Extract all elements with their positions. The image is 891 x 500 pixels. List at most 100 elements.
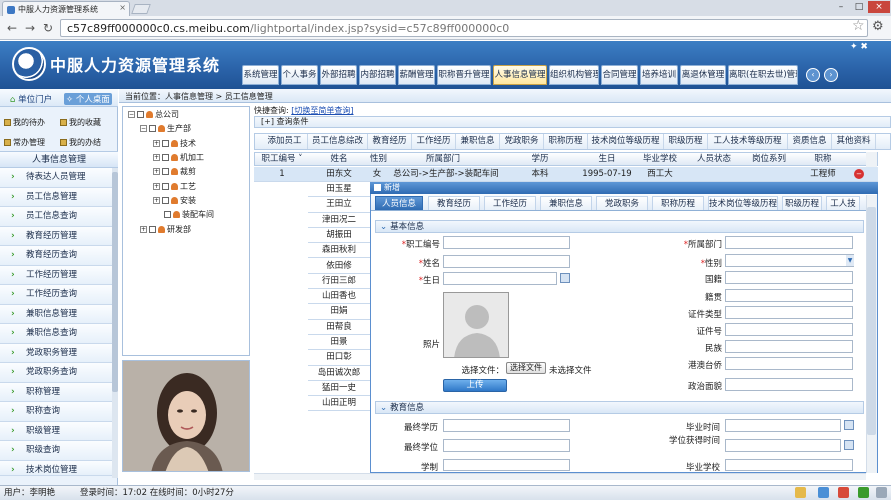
url-input[interactable]: c57c89ff000000c0.cs.meibu.com/lightporta… — [60, 19, 868, 37]
department-field[interactable] — [725, 236, 853, 249]
tree-node-root[interactable]: − 总公司 — [128, 109, 179, 120]
status-folder-icon[interactable] — [795, 487, 806, 498]
degree-time-field[interactable] — [725, 439, 841, 452]
collapse-icon[interactable]: − — [140, 125, 147, 132]
nav-tab-promotion[interactable]: 职称晋升管理 — [437, 65, 491, 85]
calendar-icon[interactable] — [560, 273, 570, 283]
name-cell[interactable]: 田娟 — [308, 304, 370, 320]
name-cell[interactable]: 王田立 — [308, 197, 370, 213]
tree-checkbox[interactable] — [149, 125, 156, 132]
tree-node-dept[interactable]: − 生产部 — [140, 123, 191, 134]
dialog-tab-education[interactable]: 教育经历 — [428, 196, 480, 210]
tab-other[interactable]: 其他资料 — [832, 134, 876, 149]
dialog-tab-parttime[interactable]: 兼职信息 — [540, 196, 592, 210]
final-education-field[interactable] — [443, 419, 570, 432]
name-cell[interactable]: 岛田诚次郎 — [308, 366, 370, 381]
name-cell[interactable]: 田口彰 — [308, 350, 370, 366]
dialog-scrollbar-thumb[interactable] — [867, 207, 876, 435]
menu-item[interactable]: › 教育经历查询 — [0, 246, 112, 266]
name-cell[interactable]: 依田修 — [308, 259, 370, 274]
minimize-button[interactable]: – — [832, 1, 850, 13]
query-condition-bar[interactable]: [+] 查询条件 — [254, 116, 891, 128]
tree-checkbox[interactable] — [162, 168, 169, 175]
col-header-status[interactable]: 人员状态 — [690, 153, 738, 165]
name-cell[interactable]: 山田香也 — [308, 289, 370, 305]
menu-item[interactable]: › 兼职信息管理 — [0, 304, 112, 324]
add-employee-button[interactable]: 添加员工 — [262, 134, 308, 149]
nav-next-icon[interactable]: › — [824, 68, 838, 82]
tab-tech-post-history[interactable]: 技术岗位等级历程 — [588, 134, 664, 149]
wrench-icon[interactable]: ⚙ — [872, 19, 884, 34]
name-cell[interactable]: 田景 — [308, 335, 370, 351]
quick-frequent[interactable]: 常办管理 — [4, 137, 45, 148]
reload-icon[interactable]: ↻ — [40, 20, 56, 36]
dialog-tab-party[interactable]: 党政职务 — [596, 196, 648, 210]
chevron-down-icon[interactable]: ▼ — [846, 255, 854, 266]
delete-icon[interactable]: − — [854, 169, 864, 179]
left-scrollbar-thumb[interactable] — [112, 172, 118, 392]
menu-item[interactable]: › 待表达人员管理 — [0, 168, 112, 188]
political-status-field[interactable] — [725, 378, 853, 391]
name-cell[interactable]: 津田况二 — [308, 213, 370, 228]
back-icon[interactable]: ← — [4, 20, 20, 36]
col-header-school[interactable]: 毕业学校 — [636, 153, 684, 165]
education-section[interactable]: ⌄ 教育信息 — [375, 401, 864, 414]
final-degree-field[interactable] — [443, 439, 570, 452]
unit-portal-link[interactable]: ⌂ 单位门户 — [10, 93, 52, 105]
nav-tab-contract[interactable]: 合同管理 — [601, 65, 638, 85]
expand-icon[interactable]: + — [153, 168, 160, 175]
menu-item[interactable]: › 员工信息管理 — [0, 187, 112, 207]
name-cell[interactable]: 山田正明 — [308, 396, 370, 412]
sort-icon[interactable]: ˅ — [298, 154, 302, 164]
quick-my-todo[interactable]: 我的待办 — [4, 117, 45, 128]
tree-checkbox[interactable] — [149, 226, 156, 233]
menu-item[interactable]: › 教育经历管理 — [0, 226, 112, 246]
menu-item[interactable]: › 工作经历查询 — [0, 285, 112, 305]
col-header-name[interactable]: 姓名 — [308, 153, 370, 165]
status-online-icon[interactable] — [858, 487, 869, 498]
quick-my-done[interactable]: 我的办结 — [60, 137, 101, 148]
tab-party-post[interactable]: 党政职务 — [500, 134, 544, 149]
graduation-time-field[interactable] — [725, 419, 841, 432]
upload-button[interactable]: 上传 — [443, 379, 507, 392]
expand-icon[interactable]: + — [153, 140, 160, 147]
quick-my-favorites[interactable]: 我的收藏 — [60, 117, 101, 128]
dialog-tab-tech-post[interactable]: 技术岗位等级历程 — [708, 196, 778, 210]
menu-item[interactable]: › 工作经历管理 — [0, 265, 112, 285]
menu-item[interactable]: › 党政职务查询 — [0, 363, 112, 383]
dialog-tab-work[interactable]: 工作经历 — [484, 196, 536, 210]
menu-item[interactable]: › 职称查询 — [0, 402, 112, 422]
expand-toggle-icon[interactable]: [+] — [261, 117, 274, 126]
name-field[interactable] — [443, 255, 570, 268]
collapse-icon[interactable]: − — [128, 111, 135, 118]
col-header-education[interactable]: 学历 — [526, 153, 554, 165]
nav-tab-training[interactable]: 培养培训 — [640, 65, 678, 85]
expand-icon[interactable]: + — [153, 154, 160, 161]
col-header-birthday[interactable]: 生日 — [582, 153, 632, 165]
name-cell[interactable]: 森田秋利 — [308, 243, 370, 259]
birthday-field[interactable] — [443, 272, 557, 285]
tab-education[interactable]: 教育经历 — [368, 134, 412, 149]
name-cell[interactable]: 猛田一史 — [308, 381, 370, 397]
tab-parttime[interactable]: 兼职信息 — [456, 134, 500, 149]
hk-macao-taiwan-field[interactable] — [725, 357, 853, 370]
tree-checkbox[interactable] — [162, 154, 169, 161]
tree-node-dept[interactable]: + 研发部 — [140, 224, 191, 235]
dialog-tab-rank[interactable]: 职级历程 — [782, 196, 822, 210]
tab-worker-tech-history[interactable]: 工人技术等级历程 — [708, 134, 788, 149]
expand-icon[interactable]: + — [153, 183, 160, 190]
tab-close-icon[interactable]: × — [119, 3, 126, 12]
tree-checkbox[interactable] — [164, 211, 171, 218]
name-cell[interactable]: 胡振田 — [308, 228, 370, 244]
employee-id-field[interactable] — [443, 236, 570, 249]
tree-node-child[interactable]: + 安装 — [153, 195, 196, 206]
tab-work[interactable]: 工作经历 — [412, 134, 456, 149]
native-place-field[interactable] — [725, 289, 853, 302]
nav-tab-system[interactable]: 系统管理 — [242, 65, 279, 85]
switch-simple-query-link[interactable]: [切换至简单查询] — [291, 106, 353, 115]
tree-checkbox[interactable] — [137, 111, 144, 118]
name-cell[interactable]: 田帮良 — [308, 320, 370, 335]
nav-tab-internal-recruit[interactable]: 内部招聘 — [359, 65, 396, 85]
dialog-titlebar[interactable]: 新增 — [370, 182, 878, 194]
name-cell[interactable]: 田玉星 — [308, 182, 370, 198]
